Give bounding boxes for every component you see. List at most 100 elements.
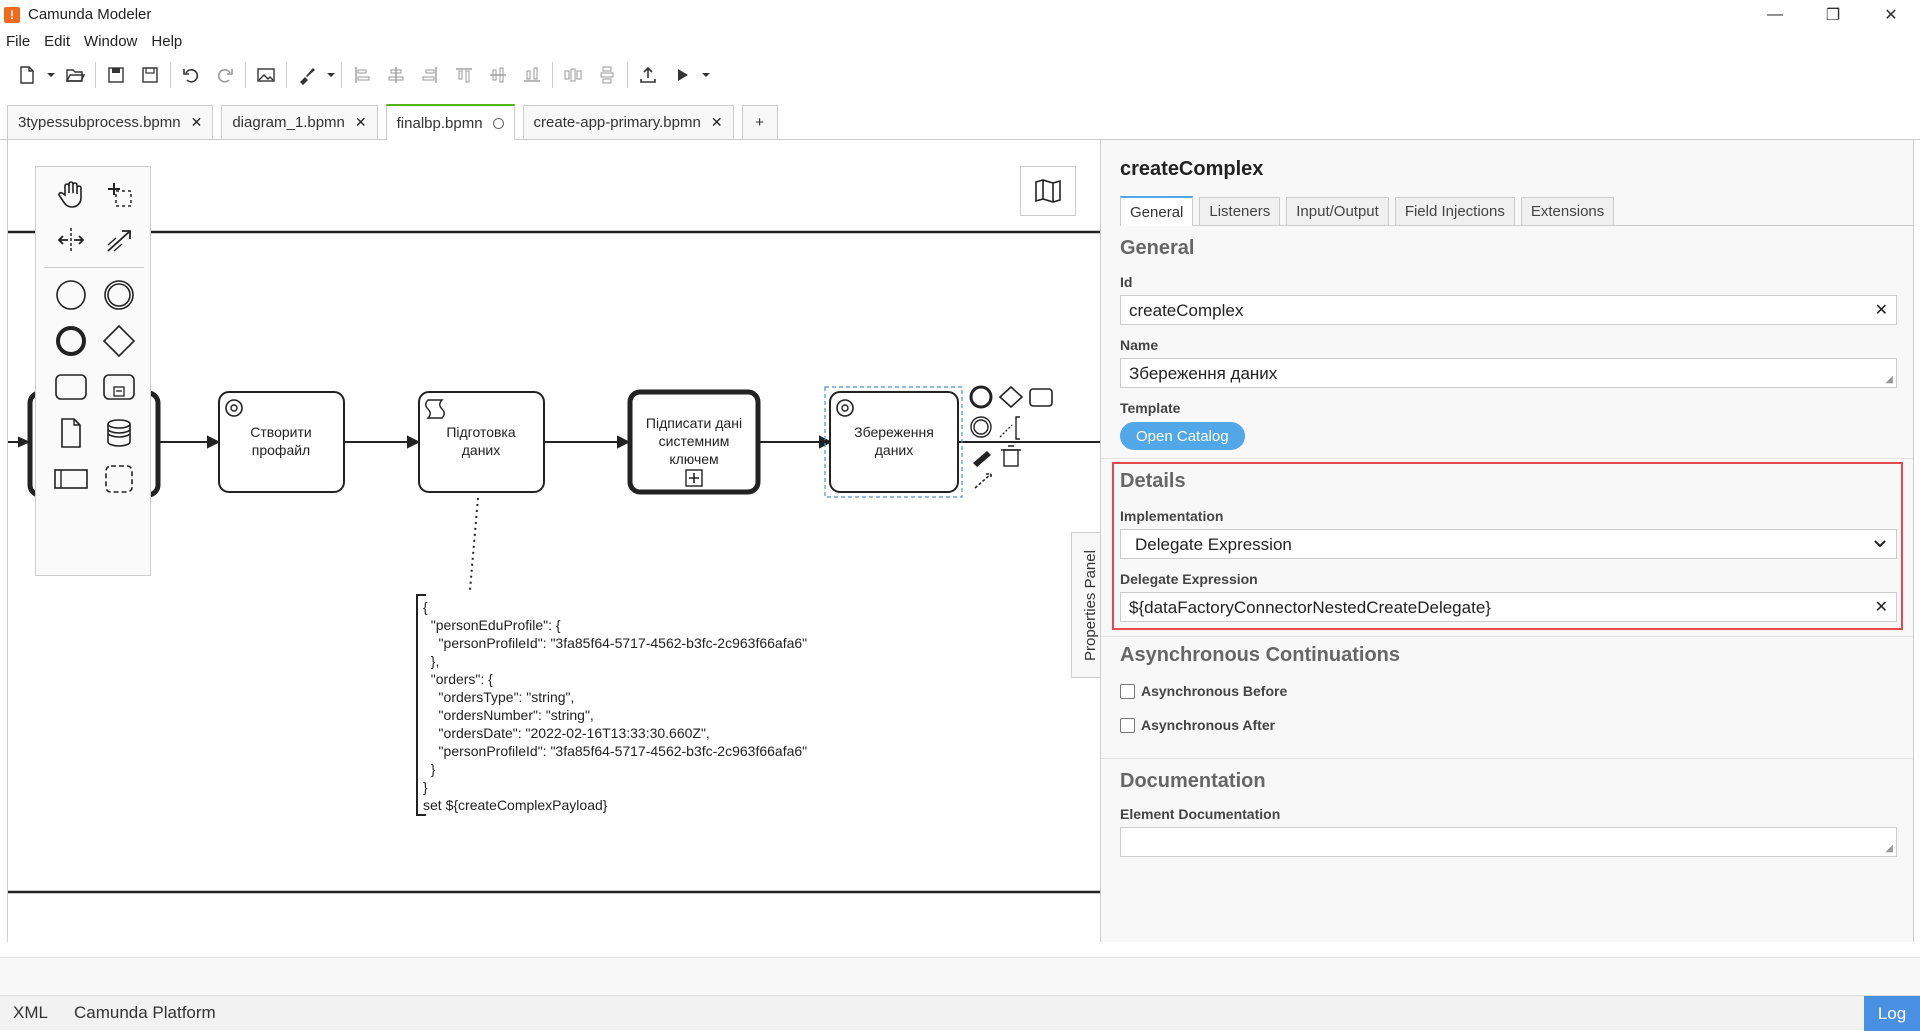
append-end-event-icon[interactable] <box>969 385 993 409</box>
open-file-button[interactable] <box>58 60 92 90</box>
align-left-button[interactable] <box>345 60 379 90</box>
hand-tool[interactable] <box>48 171 94 217</box>
distribute-vertical-button[interactable] <box>590 60 624 90</box>
menu-file[interactable]: File <box>6 33 30 50</box>
append-intermediate-event-icon[interactable] <box>970 416 992 438</box>
run-dropdown[interactable] <box>699 60 713 90</box>
create-task-tool[interactable] <box>48 364 94 410</box>
deploy-button[interactable] <box>631 60 665 90</box>
color-button[interactable] <box>290 60 324 90</box>
xml-view-button[interactable]: XML <box>13 1003 48 1023</box>
create-subprocess-tool[interactable] <box>96 364 142 410</box>
change-type-wrench-icon[interactable] <box>973 451 991 467</box>
unsaved-indicator-icon[interactable] <box>492 117 504 129</box>
group-documentation-heading: Documentation <box>1120 770 1266 792</box>
create-group-tool[interactable] <box>96 456 142 502</box>
task-create-profile[interactable]: Створити профайл <box>218 391 345 493</box>
close-tab-icon[interactable]: ✕ <box>191 114 203 131</box>
create-data-store-tool[interactable] <box>96 410 142 456</box>
color-dropdown[interactable] <box>324 60 338 90</box>
delegate-expression-input[interactable]: ${dataFactoryConnectorNestedCreateDelega… <box>1120 592 1897 622</box>
global-connect-tool[interactable] <box>96 217 142 263</box>
tab-field-injections[interactable]: Field Injections <box>1394 197 1515 225</box>
create-gateway-tool[interactable] <box>96 318 142 364</box>
text-annotation[interactable]: { "personEduProfile": { "personProfileId… <box>423 598 807 814</box>
image-icon <box>257 68 275 82</box>
tab-general[interactable]: General <box>1120 196 1194 226</box>
toolbar-separator <box>627 62 628 88</box>
async-after-checkbox[interactable] <box>1120 717 1135 733</box>
toolbar-separator <box>245 62 246 88</box>
align-center-icon <box>388 67 404 83</box>
implementation-select[interactable]: Delegate Expression <box>1120 529 1897 559</box>
align-middle-button[interactable] <box>481 60 515 90</box>
create-data-object-tool[interactable] <box>48 410 94 456</box>
align-bottom-icon <box>524 67 540 82</box>
save-as-button[interactable] <box>133 60 167 90</box>
append-gateway-icon[interactable] <box>998 385 1024 409</box>
save-button[interactable] <box>99 60 133 90</box>
tab-listeners[interactable]: Listeners <box>1199 197 1281 225</box>
new-file-dropdown[interactable] <box>44 60 58 90</box>
run-button[interactable] <box>665 60 699 90</box>
minimap-toggle-button[interactable] <box>1020 166 1076 216</box>
diagram-canvas[interactable]: Створити профайл Підготовка даних Підпис… <box>7 140 1100 942</box>
tab-3typessubprocess[interactable]: 3typessubprocess.bpmn ✕ <box>7 105 214 139</box>
delete-trash-icon[interactable] <box>1001 445 1021 467</box>
align-center-button[interactable] <box>379 60 413 90</box>
undo-button[interactable] <box>174 60 208 90</box>
tab-input-output[interactable]: Input/Output <box>1286 197 1389 225</box>
tool-palette <box>35 166 151 576</box>
tab-extensions[interactable]: Extensions <box>1520 197 1615 225</box>
lasso-tool[interactable] <box>96 171 142 217</box>
create-end-event-tool[interactable] <box>48 318 94 364</box>
open-catalog-button[interactable]: Open Catalog <box>1120 422 1245 450</box>
tab-diagram-1[interactable]: diagram_1.bpmn ✕ <box>221 105 378 139</box>
redo-button[interactable] <box>208 60 242 90</box>
save-as-icon <box>142 67 158 83</box>
restore-button[interactable]: ❐ <box>1804 0 1862 29</box>
name-input[interactable]: Збереження даних ◢ <box>1120 358 1897 388</box>
resize-handle-icon[interactable]: ◢ <box>1885 843 1893 854</box>
tab-finalbp[interactable]: finalbp.bpmn <box>385 104 515 140</box>
lasso-icon <box>108 183 132 207</box>
panel-element-title: createComplex <box>1120 158 1264 180</box>
id-input[interactable]: createComplex ✕ <box>1120 295 1897 325</box>
menu-help[interactable]: Help <box>151 33 182 50</box>
task-save-data[interactable]: Збереження даних <box>824 386 963 498</box>
create-intermediate-event-tool[interactable] <box>96 272 142 318</box>
menu-bar: File Edit Window Help <box>0 29 1920 53</box>
clear-id-icon[interactable]: ✕ <box>1875 300 1888 320</box>
new-file-button[interactable] <box>10 60 44 90</box>
menu-edit[interactable]: Edit <box>44 33 70 50</box>
element-documentation-input[interactable]: ◢ <box>1120 827 1897 857</box>
create-start-event-tool[interactable] <box>48 272 94 318</box>
align-top-button[interactable] <box>447 60 481 90</box>
append-task-icon[interactable] <box>1029 388 1053 407</box>
platform-selector[interactable]: Camunda Platform <box>74 1003 216 1023</box>
connect-arrow-icon[interactable] <box>974 473 992 489</box>
align-right-button[interactable] <box>413 60 447 90</box>
space-tool[interactable] <box>48 217 94 263</box>
close-window-button[interactable]: ✕ <box>1862 0 1920 29</box>
connect-icon <box>107 230 131 252</box>
task-label-line: Створити <box>250 424 311 440</box>
menu-window[interactable]: Window <box>84 33 137 50</box>
close-tab-icon[interactable]: ✕ <box>711 114 723 131</box>
create-pool-tool[interactable] <box>48 456 94 502</box>
async-before-checkbox[interactable] <box>1120 683 1135 699</box>
minimize-button[interactable]: — <box>1746 0 1804 29</box>
tab-create-app-primary[interactable]: create-app-primary.bpmn ✕ <box>522 105 734 139</box>
export-image-button[interactable] <box>249 60 283 90</box>
append-text-annotation-icon[interactable] <box>999 424 1013 438</box>
add-tab-button[interactable]: + <box>741 105 778 139</box>
close-tab-icon[interactable]: ✕ <box>355 114 367 131</box>
clear-delegate-expression-icon[interactable]: ✕ <box>1875 597 1888 617</box>
distribute-horizontal-button[interactable] <box>556 60 590 90</box>
resize-handle-icon[interactable]: ◢ <box>1885 374 1893 385</box>
properties-panel-toggle[interactable]: Properties Panel <box>1071 532 1100 678</box>
task-prepare-data[interactable]: Підготовка даних <box>418 391 545 493</box>
align-bottom-button[interactable] <box>515 60 549 90</box>
log-button[interactable]: Log <box>1864 996 1920 1031</box>
task-sign-data[interactable]: Підписати дані системним ключем <box>627 389 761 495</box>
